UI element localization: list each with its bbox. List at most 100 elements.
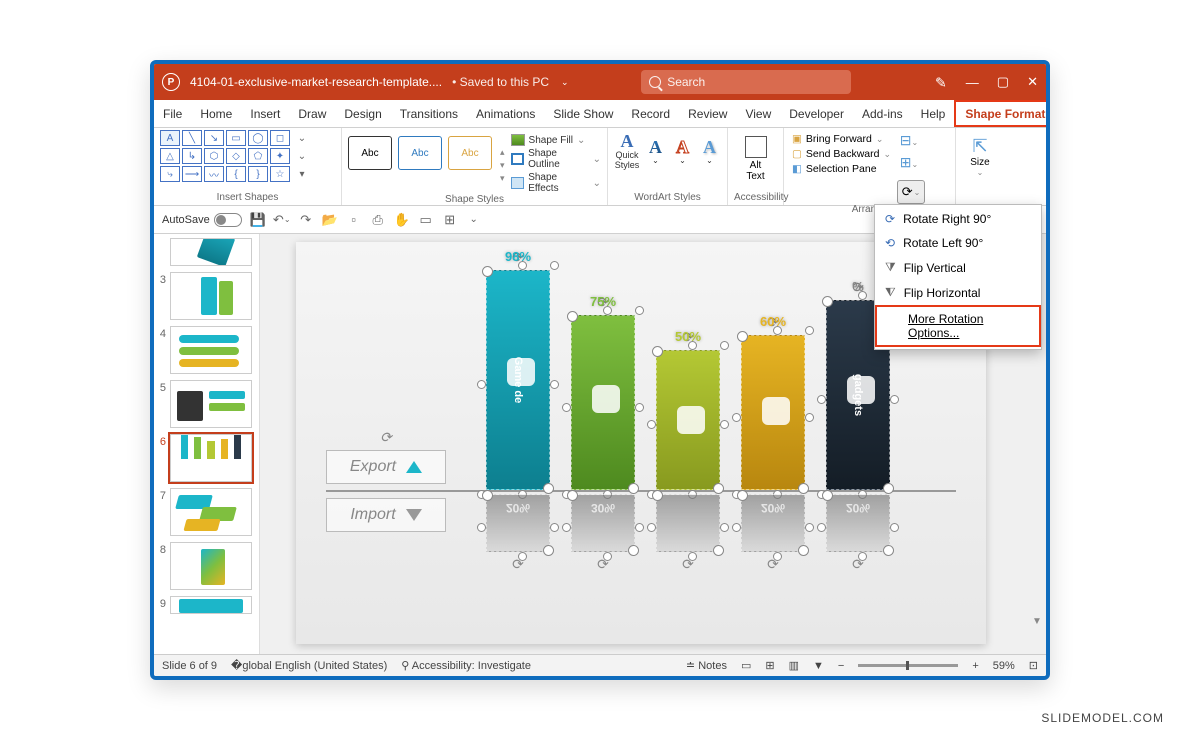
zoom-in-icon[interactable]: + bbox=[972, 660, 978, 672]
more-rotation-options[interactable]: More Rotation Options... bbox=[875, 305, 1041, 347]
shape-outline-button[interactable]: Shape Outline ⌄ bbox=[511, 148, 601, 170]
chart-reflection-1[interactable]: ⟳30% bbox=[571, 494, 635, 552]
chart-bar-1[interactable]: ⟳75% bbox=[571, 315, 635, 490]
flip-vertical[interactable]: ⧩Flip Vertical bbox=[875, 255, 1041, 280]
tab-review[interactable]: Review bbox=[679, 100, 736, 127]
accessibility-status[interactable]: ⚲ Accessibility: Investigate bbox=[401, 659, 531, 672]
close-button[interactable]: ✕ bbox=[1027, 74, 1038, 90]
document-filename: 4104-01-exclusive-market-research-templa… bbox=[190, 75, 442, 89]
group-button[interactable]: ⊞⌄ bbox=[897, 154, 921, 174]
rotate-handle-icon[interactable]: ⟳ bbox=[512, 556, 524, 573]
shape-style-1[interactable]: Abc bbox=[348, 136, 392, 170]
tab-file[interactable]: File bbox=[154, 100, 191, 127]
maximize-button[interactable]: ▢ bbox=[997, 74, 1009, 90]
shape-style-3[interactable]: Abc bbox=[448, 136, 492, 170]
alt-text-button[interactable]: Alt Text bbox=[734, 130, 777, 182]
chart-bar-2[interactable]: ⟳50% bbox=[656, 350, 720, 490]
zoom-level[interactable]: 59% bbox=[993, 660, 1015, 672]
view-normal-icon[interactable]: ▭ bbox=[741, 659, 751, 672]
tab-design[interactable]: Design bbox=[335, 100, 390, 127]
bring-forward-button[interactable]: ▣Bring Forward ⌄ bbox=[790, 132, 893, 146]
autosave-toggle[interactable] bbox=[214, 213, 242, 227]
language-status[interactable]: �global English (United States) bbox=[231, 659, 387, 672]
rotate-handle-icon[interactable]: ⟳ bbox=[767, 556, 779, 573]
search-icon bbox=[649, 76, 661, 88]
chart-reflection-3[interactable]: ⟳20% bbox=[741, 494, 805, 552]
rotate-handle-icon[interactable]: ⟳ bbox=[852, 556, 864, 573]
tab-developer[interactable]: Developer bbox=[780, 100, 853, 127]
slide-thumbnails-panel[interactable]: 3 4 5 6 7 8 9 bbox=[154, 234, 260, 654]
shape-style-2[interactable]: Abc bbox=[398, 136, 442, 170]
import-label-box[interactable]: Import bbox=[326, 498, 446, 532]
chart-bar-0[interactable]: ⟳98%Game de bbox=[486, 270, 550, 490]
text-outline-button[interactable]: A⌄ bbox=[671, 134, 694, 168]
icon-2[interactable]: ⊞ bbox=[442, 212, 458, 228]
undo-icon[interactable]: ↶⌄ bbox=[274, 212, 290, 228]
tab-record[interactable]: Record bbox=[622, 100, 679, 127]
thumbnail-9[interactable] bbox=[170, 596, 252, 614]
slide-counter[interactable]: Slide 6 of 9 bbox=[162, 660, 217, 672]
send-backward-button[interactable]: ▢Send Backward ⌄ bbox=[790, 147, 893, 161]
chart-reflection-0[interactable]: ⟳20% bbox=[486, 494, 550, 552]
thumbnail-3[interactable] bbox=[170, 272, 252, 320]
save-status[interactable]: Saved to this PC bbox=[452, 75, 549, 89]
tab-view[interactable]: View bbox=[736, 100, 780, 127]
redo-icon[interactable]: ↷ bbox=[298, 212, 314, 228]
rotate-handle-icon[interactable]: ⟳ bbox=[597, 556, 609, 573]
thumbnail-4[interactable] bbox=[170, 326, 252, 374]
search-box[interactable]: Search bbox=[641, 70, 851, 94]
icon-1[interactable]: ▭ bbox=[418, 212, 434, 228]
tab-addins[interactable]: Add-ins bbox=[853, 100, 912, 127]
size-button[interactable]: ⇱ Size⌄ bbox=[962, 130, 998, 177]
fit-to-window-icon[interactable]: ⊡ bbox=[1029, 659, 1038, 672]
text-fill-button[interactable]: A⌄ bbox=[644, 134, 667, 168]
chart-reflection-2[interactable]: ⟳ bbox=[656, 494, 720, 552]
align-button[interactable]: ⊟⌄ bbox=[897, 132, 921, 152]
ink-entry-icon[interactable] bbox=[931, 72, 951, 92]
thumbnail-2[interactable] bbox=[170, 238, 252, 266]
save-status-chevron-icon[interactable]: ⌄ bbox=[561, 77, 569, 88]
tab-insert[interactable]: Insert bbox=[241, 100, 289, 127]
thumbnail-6[interactable] bbox=[170, 434, 252, 482]
shape-fill-button[interactable]: Shape Fill ⌄ bbox=[511, 134, 601, 146]
chevron-down-icon[interactable]: ⌄ bbox=[466, 212, 482, 228]
minimize-button[interactable]: — bbox=[966, 75, 979, 90]
view-sorter-icon[interactable]: ⊞ bbox=[765, 659, 774, 672]
thumbnail-5[interactable] bbox=[170, 380, 252, 428]
new-icon[interactable]: ▫ bbox=[346, 212, 362, 228]
open-icon[interactable]: 📂 bbox=[322, 212, 338, 228]
rotate-button[interactable]: ⟳⌄ bbox=[897, 180, 925, 204]
text-effects-button[interactable]: A⌄ bbox=[698, 134, 721, 168]
rotate-handle-icon[interactable]: ⟳ bbox=[380, 429, 392, 446]
export-label-box[interactable]: Export ⟳ bbox=[326, 450, 446, 484]
rotate-right-90[interactable]: ⟳Rotate Right 90° bbox=[875, 207, 1041, 231]
tab-animations[interactable]: Animations bbox=[467, 100, 544, 127]
touch-icon[interactable]: ✋ bbox=[394, 212, 410, 228]
horizontal-scrollbar[interactable] bbox=[300, 636, 1006, 650]
rotate-left-90[interactable]: ⟲Rotate Left 90° bbox=[875, 231, 1041, 255]
tab-draw[interactable]: Draw bbox=[289, 100, 335, 127]
thumbnail-7[interactable] bbox=[170, 488, 252, 536]
shape-effects-button[interactable]: Shape Effects ⌄ bbox=[511, 172, 601, 194]
notes-button[interactable]: ≐ Notes bbox=[686, 659, 727, 672]
selection-pane-button[interactable]: ◧Selection Pane bbox=[790, 162, 893, 176]
view-slideshow-icon[interactable]: ▼ bbox=[813, 660, 824, 672]
chart-bar-3[interactable]: ⟳60% bbox=[741, 335, 805, 490]
rotate-handle-icon[interactable]: ⟳ bbox=[682, 556, 694, 573]
thumbnail-8[interactable] bbox=[170, 542, 252, 590]
tab-shape-format[interactable]: Shape Format bbox=[954, 100, 1050, 127]
chart-reflection-4[interactable]: ⟳20% bbox=[826, 494, 890, 552]
save-icon[interactable]: 💾 bbox=[250, 212, 266, 228]
zoom-out-icon[interactable]: − bbox=[838, 660, 844, 672]
flip-horizontal[interactable]: ⧨Flip Horizontal bbox=[875, 280, 1041, 305]
quick-styles-button[interactable]: AQuick Styles bbox=[614, 134, 640, 168]
tab-home[interactable]: Home bbox=[191, 100, 241, 127]
view-reading-icon[interactable]: ▥ bbox=[789, 659, 799, 672]
tab-slideshow[interactable]: Slide Show bbox=[544, 100, 622, 127]
tab-transitions[interactable]: Transitions bbox=[391, 100, 467, 127]
shape-gallery[interactable]: A╲↘▭◯◻⌄ △↳⬡◇⬠✦⌄ ⤷⟶〰{}☆▾ bbox=[160, 130, 335, 182]
print-icon[interactable]: ⎙ bbox=[370, 212, 386, 228]
zoom-slider[interactable] bbox=[858, 664, 958, 667]
flip-horizontal-icon: ⧨ bbox=[885, 285, 896, 300]
tab-help[interactable]: Help bbox=[912, 100, 955, 127]
